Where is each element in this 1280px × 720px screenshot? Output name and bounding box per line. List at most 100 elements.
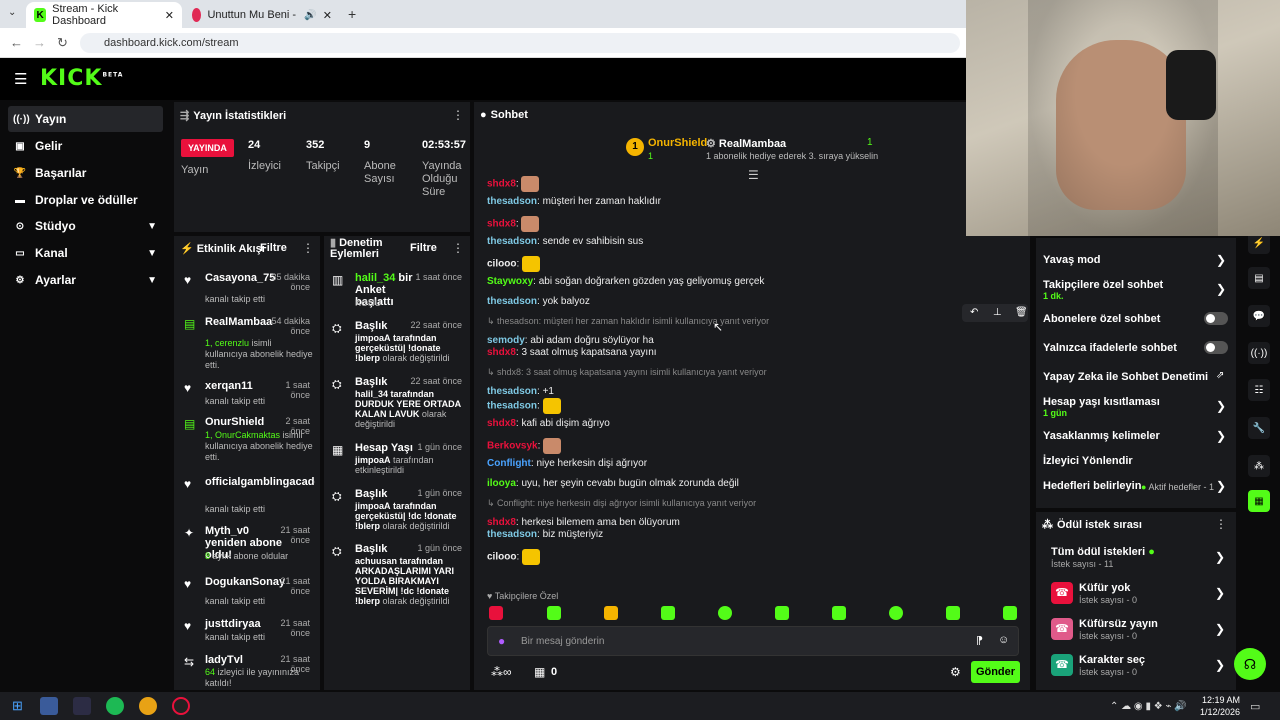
emote-icon[interactable] [775,606,789,620]
sidebar-item-basarilar[interactable]: 🏆 Başarılar [8,160,163,186]
support-icon[interactable]: ☊ [1234,648,1266,680]
sidebar-item-yayin[interactable]: ((·)) Yayın [8,106,163,132]
emote-icon[interactable] [604,606,618,620]
chat-username[interactable]: Staywoxy [487,276,533,287]
external-link-icon[interactable]: ⇗ [1216,370,1224,381]
emote-icon[interactable] [661,606,675,620]
emote-icon[interactable] [718,606,732,620]
chat-username[interactable]: thesadson [487,296,537,307]
tab-youtube[interactable]: Unuttun Mu Beni - YouTube 🔊 ✕ [184,2,340,28]
setting-ai-moderation[interactable]: Yapay Zeka ile Sohbet Denetimi [1043,371,1208,383]
app-icon[interactable] [40,697,58,715]
pin-icon[interactable]: ⊥ [993,307,1002,318]
setting-account-age[interactable]: Hesap yaşı kısıtlaması 1 gün [1043,396,1160,418]
chat-username[interactable]: thesadson [487,401,537,412]
kick-logo[interactable]: KICKBETA [40,66,123,91]
chevron-right-icon[interactable]: ❯ [1216,253,1226,267]
windows-start-icon[interactable]: ⊞ [12,698,23,714]
pinned-leader-name[interactable]: OnurShield [648,137,707,149]
menu-icon[interactable]: ☰ [14,70,27,88]
setting-followers-only[interactable]: Takipçilere özel sohbet 1 dk. [1043,279,1163,301]
collapse-pinned-icon[interactable]: ☰ [748,168,759,182]
chat-username[interactable]: thesadson [487,386,537,397]
setting-slow-mode[interactable]: Yavaş mod [1043,254,1100,266]
chat-username[interactable]: thesadson [487,529,537,540]
chat-username[interactable]: Berkovsyk [487,441,538,452]
new-tab-icon[interactable]: + [348,6,356,22]
reload-icon[interactable]: ↻ [57,35,68,51]
emote-icon[interactable] [489,606,503,620]
chat-username[interactable]: semody [487,335,525,346]
activity-user[interactable]: xerqan11 [205,380,253,392]
subs-only-toggle[interactable] [1204,312,1228,325]
chat-username[interactable]: shdx8 [487,219,516,230]
reward-item[interactable]: ☎ Karakter seç İstek sayısı - 0 ❯ [1051,654,1231,680]
chat-username[interactable]: shdx8 [487,517,516,528]
chevron-right-icon[interactable]: ❯ [1216,399,1226,413]
layout-icon[interactable]: ☷ [1248,379,1270,401]
back-icon[interactable]: ← [10,35,23,50]
chat-username[interactable]: shdx8 [487,347,516,358]
emote-icon[interactable] [889,606,903,620]
moderation-user[interactable]: halil_34 [355,389,388,399]
chat-settings-icon[interactable]: ⚙ [950,665,961,679]
stats-more-icon[interactable]: ⋮ [452,108,464,122]
forward-icon[interactable]: → [33,35,46,50]
chat-input[interactable]: ● Bir mesaj gönderin ⁋ ☺ [487,626,1019,656]
wrench-icon[interactable]: 🔧 [1248,417,1270,439]
chrome-icon[interactable] [139,697,157,715]
sidebar-item-droplar[interactable]: ▬ Droplar ve ödüller [8,187,163,213]
chevron-right-icon[interactable]: ❯ [1216,429,1226,443]
activity-user[interactable]: Casayona_75 [205,272,275,284]
activity-more-icon[interactable]: ⋮ [302,241,314,255]
activity-user[interactable]: justtdiryaa [205,618,261,630]
chat-username[interactable]: cilooo [487,552,516,563]
emote-icon[interactable] [1003,606,1017,620]
emote-only-toggle[interactable] [1204,341,1228,354]
clock-time[interactable]: 12:19 AM [1200,695,1240,705]
clapper-icon[interactable]: ▦ [1248,490,1270,512]
setting-banned-words[interactable]: Yasaklanmış kelimeler [1043,430,1160,442]
rewards-more-icon[interactable]: ⋮ [1215,517,1227,531]
activity-filter-button[interactable]: Filtre [260,242,287,254]
emote-icon[interactable] [547,606,561,620]
url-field[interactable]: dashboard.kick.com/stream [80,33,960,53]
points-icon[interactable]: ⁂∞ [491,665,512,679]
tray-icons[interactable]: ⌃ ☁ ◉ ▮ ❖ ⌁ 🔊 [1110,701,1187,712]
setting-redirect-viewers[interactable]: İzleyici Yönlendir [1043,455,1133,467]
document-icon[interactable]: ▤ [1248,267,1270,289]
chevron-right-icon[interactable]: ❯ [1216,282,1226,296]
tab-kick-dashboard[interactable]: K Stream - Kick Dashboard ✕ [26,2,182,28]
tab-search-icon[interactable]: ⌄ [8,7,16,18]
chat-username[interactable]: shdx8 [487,418,516,429]
moderation-filter-button[interactable]: Filtre [410,242,437,254]
moderation-user[interactable]: jimpoaA [355,455,391,465]
notification-icon[interactable]: ▭ [1250,700,1260,713]
moderation-user[interactable]: jimpoaA [355,333,391,343]
chevron-right-icon[interactable]: ❯ [1216,479,1226,493]
chat-username[interactable]: ilooya [487,478,516,489]
activity-user[interactable]: RealMambaa [205,316,272,328]
moderation-more-icon[interactable]: ⋮ [452,241,464,255]
tab-close-icon[interactable]: ✕ [323,9,332,22]
sidebar-item-ayarlar[interactable]: ⚙ Ayarlar ▼ [8,267,163,293]
chat-bubble-icon[interactable]: 💬 [1248,305,1270,327]
chat-username[interactable]: Conflight [487,458,531,469]
setting-goals[interactable]: Hedefleri belirleyin [1043,480,1141,492]
moderation-user[interactable]: halil_34 [355,272,395,284]
reward-item[interactable]: ☎ Küfürsüz yayın İstek sayısı - 0 ❯ [1051,618,1231,644]
chat-username[interactable]: shdx8 [487,179,516,190]
reward-item[interactable]: ☎ Küfür yok İstek sayısı - 0 ❯ [1051,582,1231,608]
broadcast-icon[interactable]: ((·)) [1248,342,1270,364]
moderation-user[interactable]: jimpoaA [355,501,391,511]
emoji-icon[interactable]: ☺ [998,634,1009,646]
tab-close-icon[interactable]: ✕ [165,9,174,22]
activity-user[interactable]: ladyTvl [205,654,243,666]
store-icon[interactable]: ▦ [534,665,545,679]
rewards-all-item[interactable]: Tüm ödül istekleri ● İstek sayısı - 11 ❯ [1051,546,1231,572]
activity-user[interactable]: officialgamblingacaden [205,476,315,488]
delete-icon[interactable]: 🗑 [1015,307,1028,318]
reply-icon[interactable]: ↶ [970,307,978,318]
sidebar-item-kanal[interactable]: ▭ Kanal ▼ [8,240,163,266]
activity-user[interactable]: OnurShield [205,416,264,428]
